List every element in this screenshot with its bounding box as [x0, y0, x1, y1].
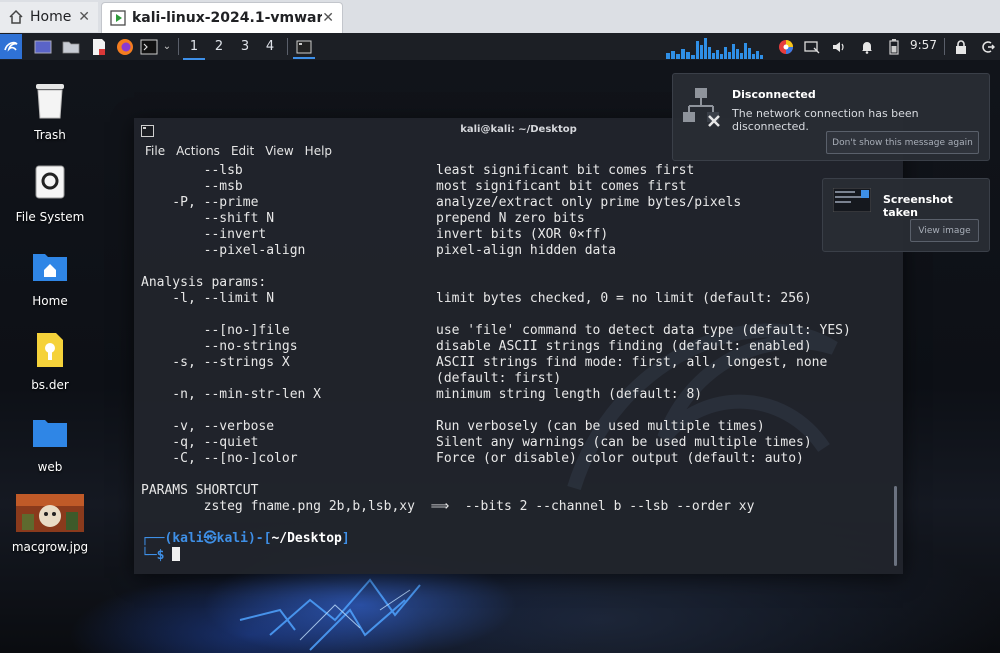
drive-icon	[30, 162, 70, 202]
desktop-icon-web[interactable]: web	[0, 412, 100, 474]
lock-screen-icon[interactable]	[951, 36, 971, 57]
notification-title: Screenshot taken	[883, 193, 953, 219]
menu-edit[interactable]: Edit	[231, 144, 254, 158]
image-thumbnail	[16, 494, 84, 532]
home-icon	[8, 9, 24, 25]
shell-input-line[interactable]: └─$	[141, 547, 181, 563]
close-icon[interactable]: ✕	[322, 10, 334, 26]
kali-menu-icon[interactable]	[0, 34, 22, 59]
panel-separator	[178, 38, 179, 55]
notification-screenshot[interactable]: Screenshot taken View image	[822, 178, 990, 252]
trash-icon	[30, 80, 70, 120]
workspace-2[interactable]: 2	[208, 35, 230, 58]
terminal-output[interactable]: --lsb least significant bit comes first -…	[141, 163, 886, 568]
taskbar-terminal-window[interactable]	[293, 36, 315, 59]
screen-share-icon[interactable]	[802, 36, 822, 57]
cpu-graph-widget	[666, 38, 763, 59]
host-tab-vm[interactable]: kali-linux-2024.1-vmware-... ✕	[101, 2, 343, 33]
workspace-1[interactable]: 1	[183, 35, 205, 60]
terminal-title: kali@kali: ~/Desktop	[460, 123, 577, 135]
menu-view[interactable]: View	[265, 144, 293, 158]
section-header: PARAMS SHORTCUT	[141, 483, 259, 498]
vm-icon	[110, 10, 126, 26]
show-desktop-icon[interactable]	[32, 36, 54, 57]
view-image-button[interactable]: View image	[910, 219, 979, 242]
notification-disconnected[interactable]: Disconnected The network connection has …	[672, 73, 990, 161]
shell-prompt-line: ┌──(kali㉿kali)-[~/Desktop]	[141, 531, 350, 546]
workspace-3[interactable]: 3	[234, 35, 256, 58]
folder-icon	[30, 412, 70, 452]
color-picker-icon[interactable]	[776, 36, 796, 57]
volume-icon[interactable]	[829, 36, 849, 57]
terminal-launcher-icon[interactable]	[138, 36, 160, 57]
network-disconnected-icon	[681, 86, 721, 132]
terminal-scrollbar[interactable]	[894, 486, 897, 566]
top-panel: ⌄ 1 2 3 4 9:57	[0, 33, 1000, 60]
text-editor-icon[interactable]	[88, 36, 110, 57]
host-tab-vm-label: kali-linux-2024.1-vmware-...	[132, 10, 323, 26]
certificate-file-icon	[30, 330, 70, 370]
panel-clock[interactable]: 9:57	[910, 38, 937, 52]
terminal-window[interactable]: kali@kali: ~/Desktop File Actions Edit V…	[134, 118, 903, 574]
host-tab-strip: Home ✕ kali-linux-2024.1-vmware-... ✕	[0, 0, 1000, 34]
notification-title: Disconnected	[732, 88, 816, 101]
chevron-down-icon[interactable]: ⌄	[160, 36, 174, 57]
desktop-icon-label: File System	[15, 210, 85, 224]
menu-help[interactable]: Help	[305, 144, 332, 158]
text-cursor	[172, 547, 181, 561]
host-tab-home[interactable]: Home ✕	[0, 2, 98, 32]
battery-icon	[885, 36, 903, 57]
firefox-icon[interactable]	[114, 36, 136, 57]
menu-file[interactable]: File	[145, 144, 165, 158]
panel-separator	[944, 38, 945, 55]
desktop-icon-home[interactable]: Home	[0, 246, 100, 308]
section-header: Analysis params:	[141, 275, 267, 290]
screenshot-thumbnail	[832, 187, 872, 216]
menu-actions[interactable]: Actions	[176, 144, 220, 158]
desktop-icon-label: Trash	[34, 128, 66, 142]
notification-body: The network connection has been disconne…	[732, 107, 919, 133]
workspace-4[interactable]: 4	[259, 35, 281, 58]
close-icon[interactable]: ✕	[78, 9, 90, 25]
logout-icon[interactable]	[978, 36, 998, 57]
desktop-icon-macgrow[interactable]: macgrow.jpg	[0, 494, 100, 554]
desktop-icon-trash[interactable]: Trash	[0, 80, 100, 142]
file-manager-icon[interactable]	[60, 36, 82, 57]
folder-home-icon	[30, 246, 70, 286]
desktop-icon-label: Home	[32, 294, 68, 308]
terminal-window-icon	[141, 122, 154, 141]
notifications-bell-icon[interactable]	[857, 36, 877, 57]
desktop-icon-label: macgrow.jpg	[11, 540, 89, 554]
dont-show-again-button[interactable]: Don't show this message again	[826, 131, 979, 154]
shortcut-example-line: zsteg fname.png 2b,b,lsb,xy ⟹ --bits 2 -…	[141, 499, 755, 514]
desktop-icon-label: web	[37, 460, 63, 474]
desktop-icon-file-system[interactable]: File System	[0, 162, 100, 224]
desktop-icon-label: bs.der	[31, 378, 69, 392]
desktop-icon-bs-der[interactable]: bs.der	[0, 330, 100, 392]
host-tab-home-label: Home	[30, 9, 72, 25]
panel-separator	[287, 38, 288, 55]
